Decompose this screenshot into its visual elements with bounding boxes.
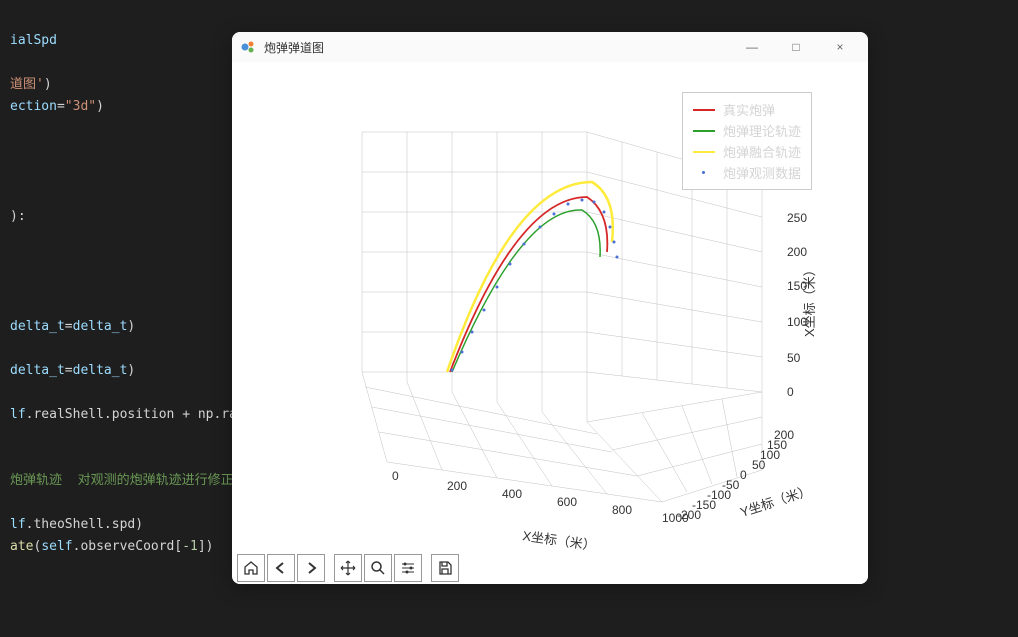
chart-legend: 真实炮弹 炮弹理论轨迹 炮弹融合轨迹 炮弹观测数据 bbox=[682, 92, 812, 190]
code-token: + bbox=[182, 407, 190, 422]
code-token: ) bbox=[127, 363, 135, 378]
code-token: ection bbox=[10, 99, 57, 114]
code-token: = bbox=[57, 99, 65, 114]
code-token: ) bbox=[44, 77, 52, 92]
save-button[interactable] bbox=[431, 554, 459, 582]
y-axis-label: Y坐标（米） bbox=[738, 483, 813, 520]
code-token: = bbox=[65, 319, 73, 334]
legend-label: 炮弹融合轨迹 bbox=[723, 142, 801, 161]
svg-text:-50: -50 bbox=[722, 478, 740, 492]
legend-item: 真实炮弹 bbox=[693, 100, 801, 119]
code-token: delta_t bbox=[10, 363, 65, 378]
legend-color-red bbox=[693, 109, 715, 111]
code-token: delta_t bbox=[73, 363, 128, 378]
legend-color-yellow bbox=[693, 151, 715, 153]
zoom-button[interactable] bbox=[364, 554, 392, 582]
legend-color-green bbox=[693, 130, 715, 132]
window-title: 炮弹弹道图 bbox=[264, 39, 732, 56]
back-button[interactable] bbox=[267, 554, 295, 582]
code-token: "3d" bbox=[65, 99, 96, 114]
matplotlib-toolbar bbox=[232, 552, 868, 584]
code-token: .theoShell.spd) bbox=[26, 517, 143, 532]
code-token: -1 bbox=[182, 539, 198, 554]
code-token: ]) bbox=[198, 539, 214, 554]
svg-text:600: 600 bbox=[557, 495, 577, 509]
code-token: = bbox=[65, 363, 73, 378]
trajectory-fusion bbox=[447, 182, 613, 372]
code-token: ): bbox=[10, 209, 26, 224]
code-token: delta_t bbox=[73, 319, 128, 334]
svg-text:0: 0 bbox=[740, 468, 747, 482]
legend-color-dots bbox=[693, 167, 715, 179]
code-token: .observeCoord[ bbox=[73, 539, 183, 554]
code-token: ialSpd bbox=[10, 33, 57, 48]
minimize-button[interactable]: — bbox=[732, 33, 772, 61]
move-icon bbox=[340, 560, 356, 576]
code-editor[interactable]: ialSpd 道图') ection="3d") ): delta_t=delt… bbox=[0, 0, 255, 566]
forward-button[interactable] bbox=[297, 554, 325, 582]
zoom-icon bbox=[370, 560, 386, 576]
code-token: ) bbox=[127, 319, 135, 334]
code-token: self bbox=[41, 539, 72, 554]
save-icon bbox=[437, 560, 453, 576]
svg-text:0: 0 bbox=[392, 469, 399, 483]
code-comment: 炮弹轨迹 对观测的炮弹轨迹进行修正 bbox=[10, 473, 234, 488]
arrow-left-icon bbox=[273, 560, 289, 576]
legend-label: 真实炮弹 bbox=[723, 100, 775, 119]
code-token: ate bbox=[10, 539, 33, 554]
code-token: 道图' bbox=[10, 77, 44, 92]
app-icon bbox=[240, 39, 256, 55]
trajectory-observation bbox=[451, 199, 619, 372]
code-token: lf bbox=[10, 407, 26, 422]
svg-text:200: 200 bbox=[447, 479, 467, 493]
svg-text:800: 800 bbox=[612, 503, 632, 517]
svg-text:200: 200 bbox=[787, 245, 807, 259]
legend-label: 炮弹观测数据 bbox=[723, 163, 801, 182]
x-axis-label: X坐标（米） bbox=[522, 528, 597, 552]
x-axis-ticks: 0 200 400 600 800 1000 bbox=[392, 469, 689, 525]
legend-item: 炮弹融合轨迹 bbox=[693, 142, 801, 161]
home-icon bbox=[243, 560, 259, 576]
pan-button[interactable] bbox=[334, 554, 362, 582]
home-button[interactable] bbox=[237, 554, 265, 582]
subplots-button[interactable] bbox=[394, 554, 422, 582]
svg-text:50: 50 bbox=[787, 351, 801, 365]
svg-text:250: 250 bbox=[787, 211, 807, 225]
close-button[interactable]: × bbox=[820, 33, 860, 61]
code-token: delta_t bbox=[10, 319, 65, 334]
svg-text:400: 400 bbox=[502, 487, 522, 501]
code-token: .realShell.position bbox=[26, 407, 183, 422]
code-token: ) bbox=[96, 99, 104, 114]
svg-text:200: 200 bbox=[774, 428, 794, 442]
z-axis-label: X坐标（米） bbox=[802, 263, 817, 337]
legend-item: 炮弹理论轨迹 bbox=[693, 121, 801, 140]
arrow-right-icon bbox=[303, 560, 319, 576]
window-titlebar[interactable]: 炮弹弹道图 — □ × bbox=[232, 32, 868, 62]
matplotlib-window: 炮弹弹道图 — □ × 真实炮弹 炮弹理论轨迹 炮弹融合轨迹 bbox=[232, 32, 868, 584]
legend-label: 炮弹理论轨迹 bbox=[723, 121, 801, 140]
svg-text:0: 0 bbox=[787, 385, 794, 399]
code-token: lf bbox=[10, 517, 26, 532]
maximize-button[interactable]: □ bbox=[776, 33, 816, 61]
legend-item: 炮弹观测数据 bbox=[693, 163, 801, 182]
trajectory-real bbox=[450, 197, 607, 372]
trajectory-theory bbox=[452, 210, 600, 372]
sliders-icon bbox=[400, 560, 416, 576]
plot-canvas[interactable]: 真实炮弹 炮弹理论轨迹 炮弹融合轨迹 炮弹观测数据 bbox=[232, 62, 868, 552]
